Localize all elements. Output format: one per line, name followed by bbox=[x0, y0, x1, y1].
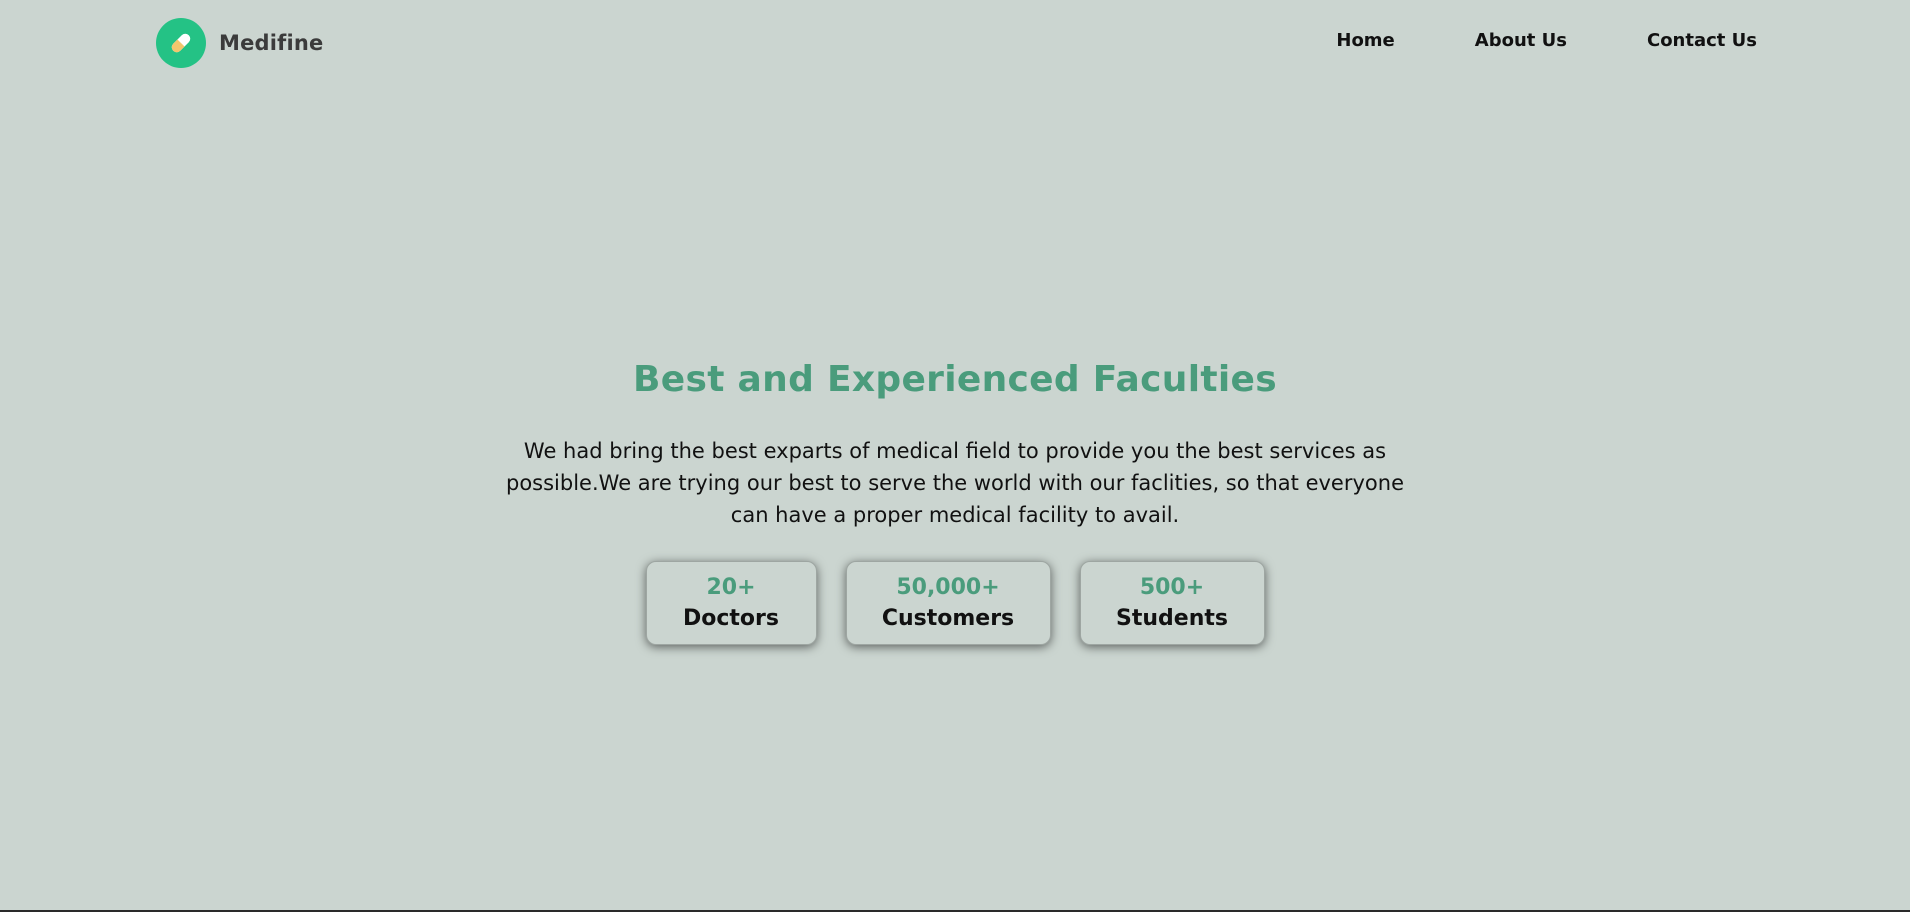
stat-value: 20+ bbox=[706, 575, 756, 600]
stat-value: 500+ bbox=[1139, 575, 1205, 600]
main-nav: Home About Us Contact Us bbox=[1336, 30, 1757, 51]
site-header: Medifine Home About Us Contact Us bbox=[0, 0, 1910, 88]
hero-title: Best and Experienced Faculties bbox=[633, 359, 1277, 400]
brand-name: Medifine bbox=[219, 31, 324, 55]
brand[interactable]: Medifine bbox=[156, 18, 324, 68]
stat-label: Students bbox=[1116, 606, 1228, 631]
stats-row: 20+ Doctors 50,000+ Customers 500+ Stude… bbox=[0, 561, 1910, 645]
stat-label: Customers bbox=[881, 606, 1015, 631]
stat-label: Doctors bbox=[683, 606, 779, 631]
stat-card-doctors: 20+ Doctors bbox=[645, 561, 817, 645]
stat-card-customers: 50,000+ Customers bbox=[845, 561, 1051, 645]
stat-value: 50,000+ bbox=[896, 575, 1000, 600]
pill-icon bbox=[156, 18, 206, 68]
hero-section: Best and Experienced Faculties We had br… bbox=[0, 352, 1910, 645]
nav-about-us-link[interactable]: About Us bbox=[1475, 30, 1567, 51]
nav-contact-us-link[interactable]: Contact Us bbox=[1647, 30, 1757, 51]
nav-home-link[interactable]: Home bbox=[1336, 30, 1394, 51]
hero-description: We had bring the best exparts of medical… bbox=[506, 439, 1404, 527]
stat-card-students: 500+ Students bbox=[1079, 561, 1265, 645]
